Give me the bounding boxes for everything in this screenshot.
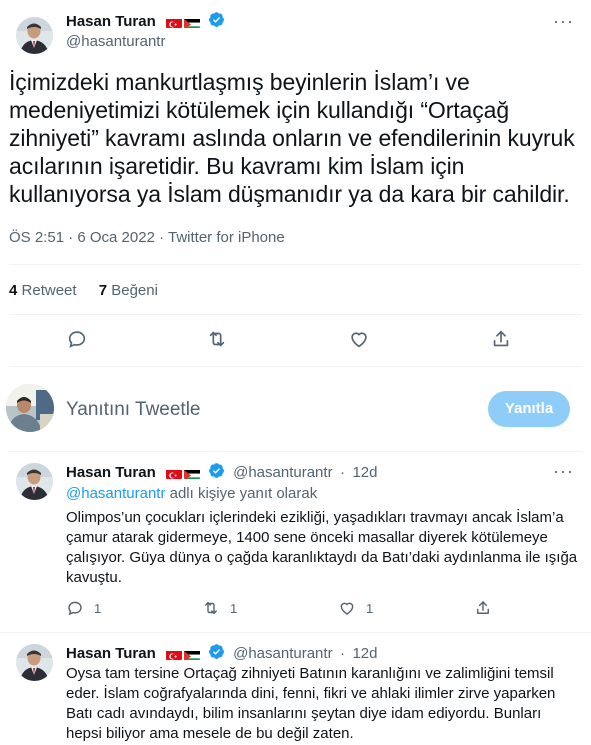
like-stat[interactable]: 7 Beğeni — [99, 282, 158, 299]
more-icon[interactable]: ··· — [553, 462, 574, 480]
name-flags — [166, 649, 201, 660]
retweet-label: Retweet — [21, 282, 77, 299]
share-icon[interactable] — [490, 328, 512, 350]
like-count: 7 — [98, 282, 108, 299]
turkey-flag-icon — [166, 17, 183, 28]
like-icon — [340, 602, 354, 615]
time-separator: · — [340, 645, 346, 663]
current-user-avatar[interactable] — [6, 384, 54, 432]
share-icon — [477, 601, 489, 614]
time-separator: · — [340, 464, 346, 482]
reply-count: 1 — [94, 600, 102, 616]
divider — [9, 366, 582, 367]
author-name[interactable]: Hasan Turan — [66, 13, 156, 30]
replying-to-suffix: adlı kişiye yanıt olarak — [169, 485, 318, 502]
turkey-flag-icon — [166, 468, 183, 479]
reply-text: Oysa tam tersine Ortaçağ zihniyeti Batın… — [66, 665, 556, 742]
reply-author-row: Hasan Turan @hasanturantr · 12d — [66, 462, 378, 484]
retweet-count: 4 — [9, 282, 18, 299]
verified-badge-icon — [208, 462, 225, 484]
verified-badge-icon — [208, 643, 225, 665]
reply-retweet-action[interactable]: 1 — [202, 599, 237, 617]
palestine-flag-icon — [184, 17, 201, 28]
tweet-stats: 4 Retweet 7 Beğeni — [9, 282, 176, 299]
author-name-row: Hasan Turan — [66, 11, 225, 33]
reply-tweet[interactable]: Hasan Turan @hasanturantr · 12d ··· @has… — [0, 452, 591, 630]
replying-to-handle[interactable]: @hasanturantr — [66, 485, 165, 502]
reply-reply-action[interactable]: 1 — [66, 599, 101, 617]
reply-share-action[interactable] — [474, 599, 492, 617]
like-label: Beğeni — [111, 282, 158, 299]
reply-action-bar: 1 1 1 — [66, 599, 506, 619]
tweet-text: İçimizdeki mankurtlaşmış beyinlerin İsla… — [9, 69, 575, 207]
reply-time[interactable]: 12d — [352, 464, 377, 481]
reply-like-action[interactable]: 1 — [338, 599, 373, 617]
retweet-stat[interactable]: 4 Retweet — [9, 282, 77, 299]
reply-author-row: Hasan Turan @hasanturantr · 12d — [66, 643, 378, 665]
tweet-meta[interactable]: ÖS 2:51 · 6 Oca 2022 · Twitter for iPhon… — [9, 229, 285, 246]
reply-author-handle[interactable]: @hasanturantr — [233, 464, 332, 481]
name-flags — [166, 17, 201, 28]
verified-badge-icon — [208, 11, 225, 33]
reply-time[interactable]: 12d — [352, 645, 377, 662]
retweet-icon — [205, 602, 217, 614]
tweet-action-bar — [0, 328, 591, 358]
reply-author-handle[interactable]: @hasanturantr — [233, 645, 332, 662]
divider — [9, 314, 582, 315]
turkey-flag-icon — [166, 649, 183, 660]
reply-button[interactable]: Yanıtla — [488, 391, 570, 427]
author-handle[interactable]: @hasanturantr — [66, 33, 165, 50]
more-icon[interactable]: ··· — [553, 12, 574, 30]
reply-input[interactable]: Yanıtını Tweetle — [66, 399, 201, 421]
reply-author-name[interactable]: Hasan Turan — [66, 464, 156, 481]
retweet-icon[interactable] — [206, 328, 228, 350]
reply-author-avatar[interactable] — [16, 463, 53, 500]
reply-tweet[interactable]: Hasan Turan @hasanturantr · 12d Oysa tam… — [0, 633, 591, 745]
reply-author-avatar[interactable] — [16, 644, 53, 681]
reply-icon — [68, 601, 82, 616]
replying-to: @hasanturantr adlı kişiye yanıt olarak — [66, 485, 317, 502]
author-avatar[interactable] — [16, 17, 53, 54]
reply-text: Olimpos’un çocukları içlerindeki ezikliğ… — [66, 509, 578, 586]
like-icon[interactable] — [348, 328, 370, 350]
reply-author-name[interactable]: Hasan Turan — [66, 645, 156, 662]
reply-composer: Yanıtını Tweetle Yanıtla — [0, 375, 591, 445]
palestine-flag-icon — [184, 468, 201, 479]
name-flags — [166, 468, 201, 479]
retweet-count: 1 — [230, 600, 238, 616]
divider — [9, 264, 582, 265]
palestine-flag-icon — [184, 649, 201, 660]
like-count: 1 — [366, 600, 374, 616]
reply-icon[interactable] — [66, 328, 88, 350]
